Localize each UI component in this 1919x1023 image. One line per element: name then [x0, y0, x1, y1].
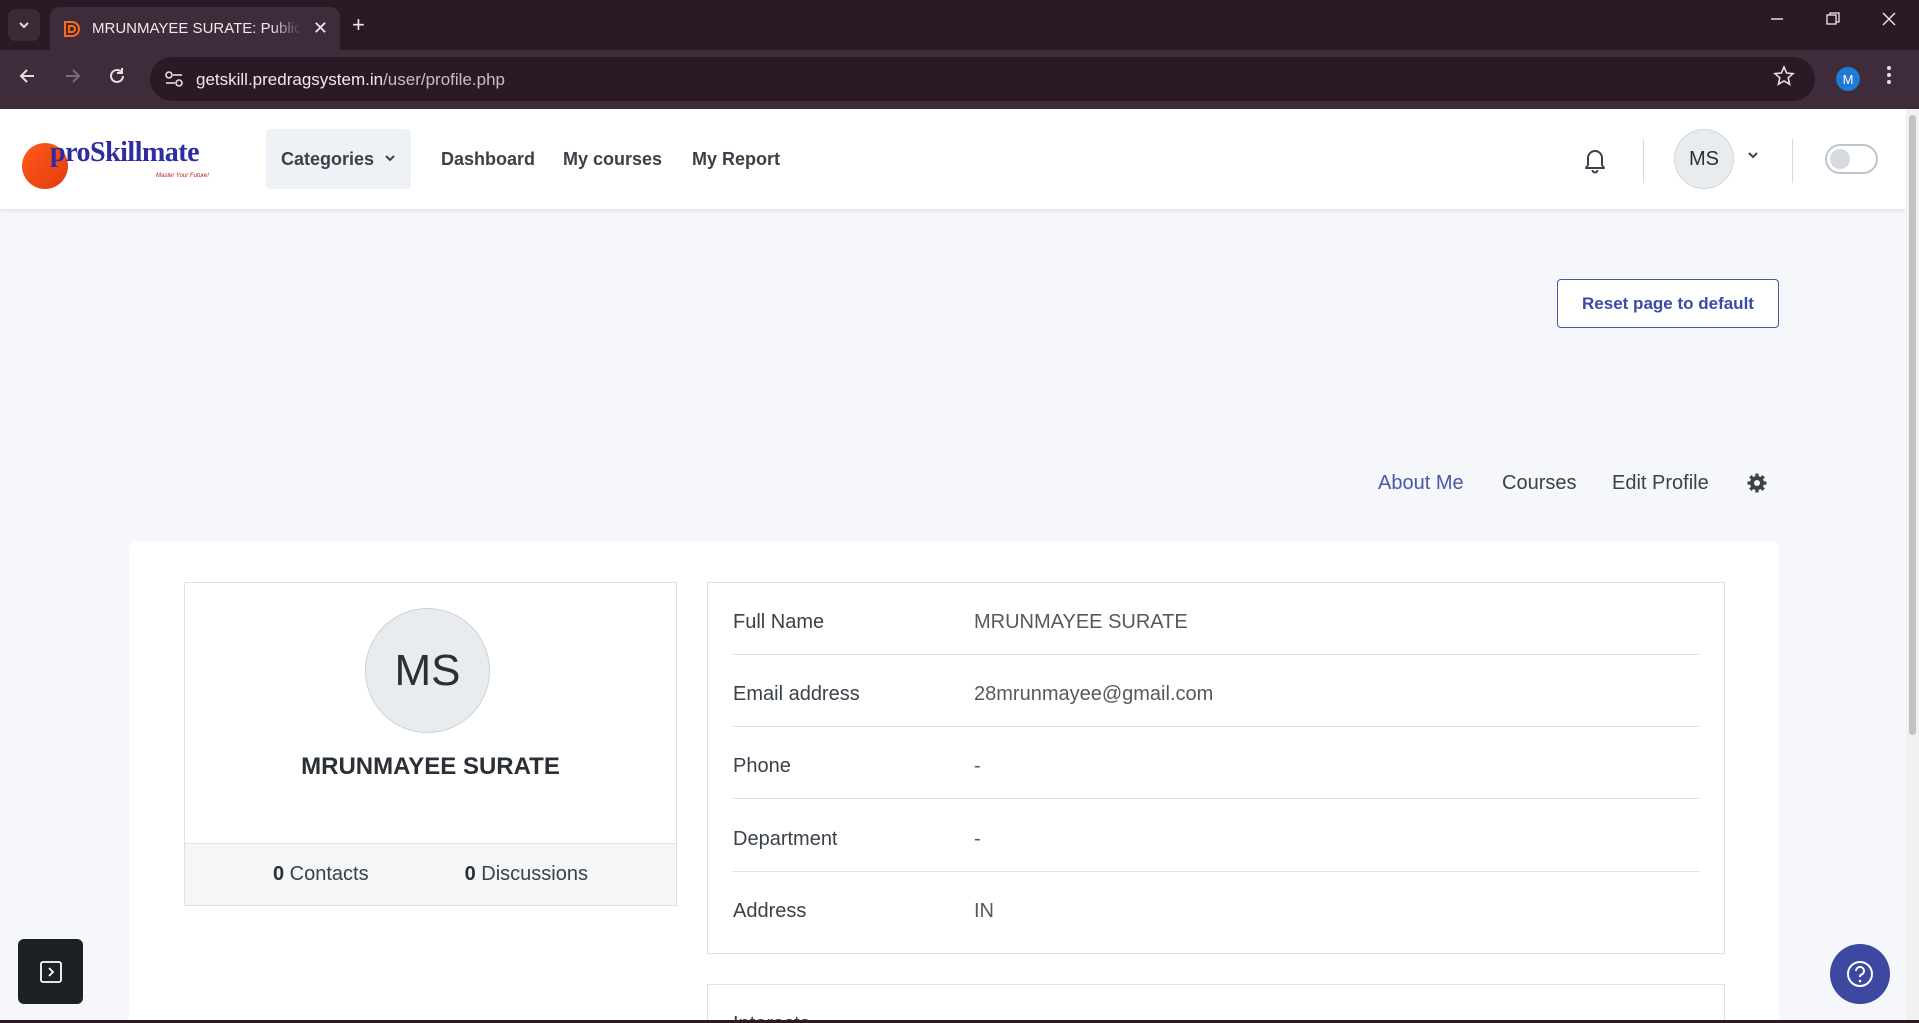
contacts-label: Contacts: [289, 863, 369, 885]
browser-menu-icon[interactable]: [1886, 64, 1892, 92]
nav-dashboard[interactable]: Dashboard: [441, 149, 535, 170]
reload-icon[interactable]: [107, 66, 127, 92]
detail-label: Email address: [733, 683, 860, 705]
url-host: getskill.predragsystem.in: [196, 70, 384, 89]
open-drawer-button[interactable]: [18, 939, 83, 1004]
discussions-label: Discussions: [481, 863, 588, 885]
site-favicon-icon: [62, 19, 82, 39]
site-info-icon[interactable]: [162, 67, 186, 91]
detail-label: Department: [733, 828, 838, 850]
browser-tab-bar: MRUNMAYEE SURATE: Public profile ✕ +: [0, 0, 1919, 50]
detail-row: Phone -: [733, 727, 1699, 799]
chevron-down-icon: [19, 22, 29, 29]
tab-title: MRUNMAYEE SURATE: Public profile: [92, 20, 302, 37]
interests-card: Interests: [707, 984, 1725, 1023]
tab-about-me[interactable]: About Me: [1378, 472, 1464, 495]
browser-tab[interactable]: MRUNMAYEE SURATE: Public profile ✕: [50, 7, 340, 50]
categories-label: Categories: [281, 148, 375, 169]
detail-row: Full Name MRUNMAYEE SURATE: [733, 583, 1699, 655]
logo-tagline: Master Your Future!: [156, 173, 209, 179]
detail-value: MRUNMAYEE SURATE: [974, 611, 1188, 633]
site-header: proSkillmate Master Your Future! Categor…: [0, 109, 1906, 209]
contacts-link[interactable]: 0 Contacts: [273, 863, 369, 886]
nav-my-courses[interactable]: My courses: [563, 149, 662, 170]
minimize-icon[interactable]: [1770, 10, 1784, 31]
restore-icon[interactable]: [1826, 10, 1840, 31]
page-scrollbar[interactable]: [1906, 109, 1919, 1023]
help-button[interactable]: [1830, 944, 1890, 1004]
detail-row: Address IN: [733, 872, 1699, 944]
detail-value: -: [974, 755, 981, 777]
discussions-link[interactable]: 0 Discussions: [465, 863, 588, 886]
browser-profile-avatar[interactable]: M: [1836, 67, 1860, 91]
forward-icon[interactable]: [62, 66, 82, 92]
bookmark-star-icon[interactable]: [1773, 64, 1795, 93]
user-stats: 0 Contacts 0 Discussions: [185, 843, 676, 905]
categories-dropdown[interactable]: Categories: [266, 129, 411, 189]
url-path: /user/profile.php: [383, 70, 505, 89]
nav-my-report[interactable]: My Report: [692, 149, 780, 170]
header-divider: [1792, 139, 1793, 183]
chevron-down-icon[interactable]: [1747, 149, 1759, 164]
url-text[interactable]: getskill.predragsystem.in/user/profile.p…: [196, 70, 505, 90]
tab-search-button[interactable]: [8, 9, 40, 41]
user-menu-avatar[interactable]: MS: [1674, 129, 1734, 189]
site-logo[interactable]: proSkillmate Master Your Future!: [20, 135, 210, 189]
tab-courses[interactable]: Courses: [1502, 472, 1576, 495]
drawer-toggle-icon: [39, 960, 62, 983]
logo-text: proSkillmate: [50, 137, 200, 168]
edit-mode-toggle[interactable]: [1825, 144, 1878, 174]
detail-value: -: [974, 828, 981, 850]
user-summary-card: MS MRUNMAYEE SURATE 0 Contacts 0 Discuss…: [184, 582, 677, 906]
user-details-card: Full Name MRUNMAYEE SURATE Email address…: [707, 582, 1725, 954]
detail-label: Full Name: [733, 611, 825, 633]
detail-row: Department -: [733, 800, 1699, 872]
chevron-down-icon: [384, 152, 396, 167]
notifications-bell-icon[interactable]: [1580, 145, 1610, 175]
tab-edit-profile[interactable]: Edit Profile: [1612, 472, 1709, 495]
discussions-count: 0: [464, 863, 476, 885]
scrollbar-thumb[interactable]: [1909, 115, 1916, 735]
new-tab-button[interactable]: +: [352, 12, 365, 38]
back-icon[interactable]: [18, 66, 38, 92]
close-tab-icon[interactable]: ✕: [313, 18, 328, 39]
detail-value: IN: [974, 900, 994, 922]
header-divider: [1643, 139, 1644, 183]
reset-page-button[interactable]: Reset page to default: [1557, 279, 1779, 328]
detail-row: Email address 28mrunmayee@gmail.com: [733, 655, 1699, 727]
close-window-icon[interactable]: [1882, 10, 1896, 31]
detail-label: Address: [733, 900, 807, 922]
detail-value: 28mrunmayee@gmail.com: [974, 683, 1214, 705]
user-avatar: MS: [365, 608, 490, 733]
detail-label: Phone: [733, 755, 791, 777]
gear-icon[interactable]: [1746, 472, 1768, 494]
user-name: MRUNMAYEE SURATE: [301, 753, 560, 780]
contacts-count: 0: [272, 863, 285, 885]
question-mark-icon: [1847, 961, 1873, 987]
